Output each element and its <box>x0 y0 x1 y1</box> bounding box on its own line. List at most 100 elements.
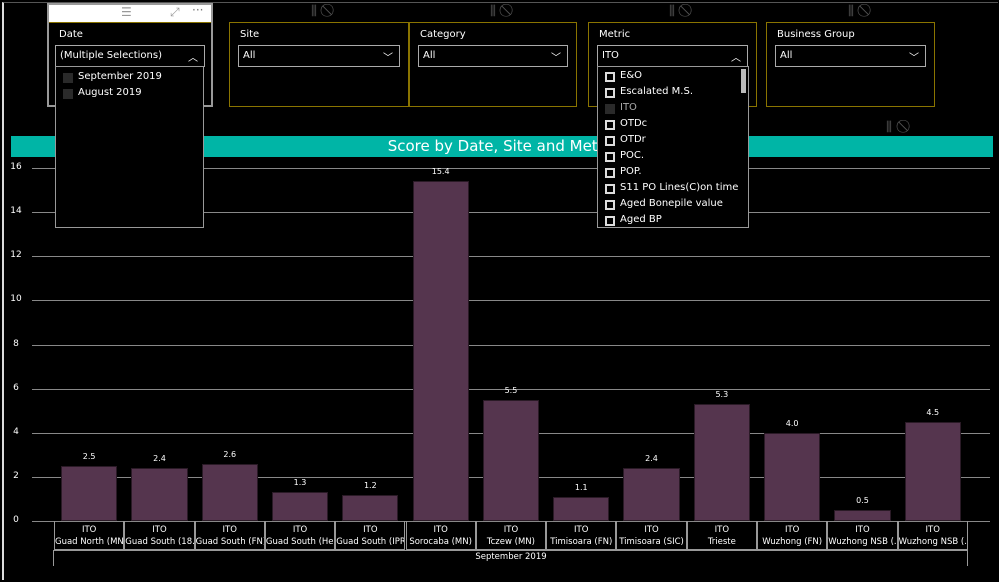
drill-filter-icon[interactable]: ⫼ <box>311 4 317 19</box>
metric-label: ITO <box>574 525 589 535</box>
x-axis-category: ITO Sorocaba (MN) <box>405 521 476 550</box>
list-item[interactable]: POC. <box>598 148 748 164</box>
scrollbar[interactable] <box>741 69 746 93</box>
site-slicer[interactable]: Site All ﹀ <box>229 22 409 107</box>
checkbox[interactable] <box>605 104 615 114</box>
visual-header: ☰ ⤢ ··· <box>49 3 211 23</box>
dropdown-value: ITO <box>602 50 619 61</box>
checkbox[interactable] <box>63 73 73 83</box>
checkbox[interactable] <box>605 88 615 98</box>
metric-label: ITO <box>644 525 659 535</box>
metric-label: ITO <box>855 525 870 535</box>
site-label: Guad South (18... <box>125 537 195 547</box>
data-label: 2.6 <box>223 449 237 459</box>
option-label: S11 PO Lines(C)on time <box>620 182 739 193</box>
bar <box>764 432 821 521</box>
business-group-slicer[interactable]: Business Group All ﹀ <box>766 22 935 107</box>
drill-filter-icon[interactable]: ⫼ <box>669 4 675 19</box>
list-item[interactable]: E&O <box>598 68 748 84</box>
list-item[interactable]: August 2019 <box>56 85 203 101</box>
list-item[interactable]: POP. <box>598 164 748 180</box>
site-label: Guad South (FN) <box>195 537 265 547</box>
data-label: 2.4 <box>153 454 166 464</box>
slicer-title: Site <box>240 29 260 40</box>
list-item[interactable]: September 2019 <box>56 69 203 85</box>
bar <box>623 468 680 521</box>
slicer-title: Date <box>59 29 83 40</box>
list-item[interactable]: Aged BP <box>598 212 748 227</box>
drill-filter-icon[interactable]: ⫼ <box>848 4 854 19</box>
dropdown-value: All <box>423 50 436 61</box>
category-dropdown[interactable]: All ﹀ <box>418 45 568 67</box>
focus-mode-icon[interactable]: ⤢ <box>170 5 180 20</box>
checkbox[interactable] <box>605 168 615 178</box>
x-axis-category: ITO Tczew (MN) <box>475 521 547 550</box>
list-item[interactable]: S11 PO Lines(C)on time <box>598 180 748 196</box>
checkbox[interactable] <box>605 136 615 146</box>
site-label: Timisoara (FN) <box>550 537 613 547</box>
list-item[interactable]: OTDc <box>598 116 748 132</box>
checkbox[interactable] <box>605 216 615 226</box>
date-dropdown[interactable]: (Multiple Selections) ︿ <box>55 45 205 67</box>
y-tick-label: 2 <box>13 470 19 481</box>
data-label: 1.1 <box>574 482 588 492</box>
y-tick-label: 4 <box>13 426 19 437</box>
bar <box>482 399 540 521</box>
option-label: Escalated M.S. <box>620 86 693 97</box>
option-label: August 2019 <box>78 87 142 98</box>
gridline <box>32 300 990 302</box>
drag-handle-icon[interactable]: ☰ <box>121 5 132 19</box>
checkbox[interactable] <box>605 120 615 130</box>
more-options-icon[interactable]: ··· <box>192 3 203 17</box>
category-slicer[interactable]: Category All ﹀ <box>409 22 577 107</box>
site-label: Timisoara (SIC) <box>619 537 684 547</box>
bar <box>834 509 891 521</box>
data-label: 4.5 <box>926 407 940 417</box>
group-axis-line <box>54 550 968 551</box>
data-label: 2.5 <box>82 451 96 461</box>
option-label: E&O <box>620 70 642 81</box>
drill-filter-icon[interactable]: ⫼ <box>490 4 496 19</box>
gridline <box>32 344 990 346</box>
chevron-down-icon: ﹀ <box>383 53 393 64</box>
checkbox[interactable] <box>63 89 73 99</box>
site-label: Wuzhong NSB (... <box>828 537 898 547</box>
bar <box>412 181 469 521</box>
y-tick-label: 10 <box>10 294 22 305</box>
x-axis-category: ITO Wuzhong (FN) <box>757 521 828 550</box>
business-group-dropdown[interactable]: All ﹀ <box>775 45 926 67</box>
x-axis-category: ITO Timisoara (SIC) <box>616 521 687 550</box>
site-label: Wuzhong (FN) <box>762 537 823 547</box>
checkbox[interactable] <box>605 184 615 194</box>
option-label: Aged BP <box>620 214 662 225</box>
metric-label: ITO <box>784 525 800 535</box>
list-item[interactable]: Escalated M.S. <box>598 84 748 100</box>
list-item[interactable]: ITO <box>598 100 748 116</box>
bar <box>693 404 750 521</box>
drill-filter-icon[interactable]: ⫼ <box>886 120 892 135</box>
bar <box>553 496 610 521</box>
bar <box>271 492 329 521</box>
checkbox[interactable] <box>605 72 615 82</box>
bar <box>61 465 118 521</box>
list-item[interactable]: Aged Bonepile value <box>598 196 748 212</box>
list-item[interactable]: OTDr <box>598 132 748 148</box>
option-label: Aged Bonepile value <box>620 198 723 209</box>
metric-label: ITO <box>152 525 167 535</box>
y-tick-label: 12 <box>10 250 22 261</box>
option-label: OTDc <box>620 118 648 129</box>
option-label: September 2019 <box>78 71 162 82</box>
x-axis-category: ITO Guad South (18... <box>124 521 195 550</box>
slicer-title: Category <box>420 29 466 40</box>
checkbox[interactable] <box>605 152 615 162</box>
data-label: 5.3 <box>715 390 729 400</box>
site-label: Guad North (MN) <box>55 537 125 547</box>
metric-label: ITO <box>222 525 237 535</box>
chevron-down-icon: ﹀ <box>551 53 561 64</box>
chevron-up-icon: ︿ <box>188 53 198 64</box>
site-label: Trieste <box>707 537 736 547</box>
site-dropdown[interactable]: All ﹀ <box>238 45 400 67</box>
x-axis-category: ITO Wuzhong NSB (... <box>897 521 968 550</box>
metric-dropdown[interactable]: ITO ︿ <box>597 45 748 67</box>
checkbox[interactable] <box>605 200 615 210</box>
